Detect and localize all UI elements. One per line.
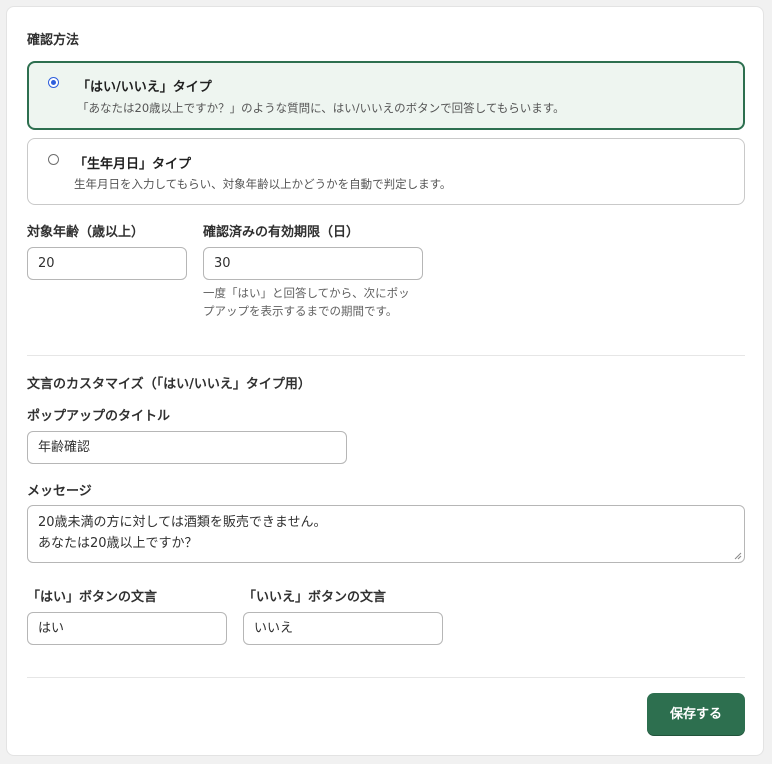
yes-button-text-label: 「はい」ボタンの文言 bbox=[27, 590, 158, 605]
yes-button-text-input[interactable]: はい bbox=[27, 612, 227, 645]
radio-birthdate[interactable] bbox=[48, 154, 59, 165]
expiry-input[interactable]: 30 bbox=[203, 247, 423, 280]
divider bbox=[27, 355, 745, 356]
option-description: 「あなたは20歳以上ですか？」のような質問に、はい/いいえのボタンで回答してもら… bbox=[77, 101, 565, 115]
settings-card: 確認方法 「はい/いいえ」タイプ 「あなたは20歳以上ですか？」のような質問に、… bbox=[6, 6, 764, 756]
option-description: 生年月日を入力してもらい、対象年齢以上かどうかを自動で判定します。 bbox=[74, 177, 452, 191]
customize-section-title: 文言のカスタマイズ（「はい/いいえ」タイプ用） bbox=[27, 377, 311, 392]
no-button-text-label: 「いいえ」ボタンの文言 bbox=[243, 590, 387, 605]
popup-title-label: ポップアップのタイトル bbox=[27, 409, 171, 424]
message-textarea[interactable]: 20歳未満の方に対しては酒類を販売できません。 あなたは20歳以上ですか？ bbox=[27, 505, 745, 563]
expiry-label: 確認済みの有効期限（日） bbox=[203, 225, 360, 240]
divider bbox=[27, 677, 745, 678]
method-option-birthdate[interactable]: 「生年月日」タイプ 生年月日を入力してもらい、対象年齢以上かどうかを自動で判定し… bbox=[27, 138, 745, 205]
no-button-text-input[interactable]: いいえ bbox=[243, 612, 443, 645]
resize-handle-icon[interactable] bbox=[734, 552, 742, 560]
age-input[interactable]: 20 bbox=[27, 247, 187, 280]
age-label: 対象年齢（歳以上） bbox=[27, 225, 145, 240]
expiry-help-text: 一度「はい」と回答してから、次にポッ プアップを表示するまでの期間です。 bbox=[203, 286, 410, 318]
option-title: 「はい/いいえ」タイプ bbox=[77, 80, 212, 95]
option-title: 「生年月日」タイプ bbox=[74, 157, 192, 172]
message-label: メッセージ bbox=[27, 484, 92, 499]
popup-title-input[interactable]: 年齢確認 bbox=[27, 431, 347, 464]
method-option-yes-no[interactable]: 「はい/いいえ」タイプ 「あなたは20歳以上ですか？」のような質問に、はい/いい… bbox=[27, 61, 745, 130]
save-button[interactable]: 保存する bbox=[647, 693, 745, 736]
method-section-title: 確認方法 bbox=[27, 33, 80, 48]
radio-yes-no[interactable] bbox=[48, 77, 59, 88]
